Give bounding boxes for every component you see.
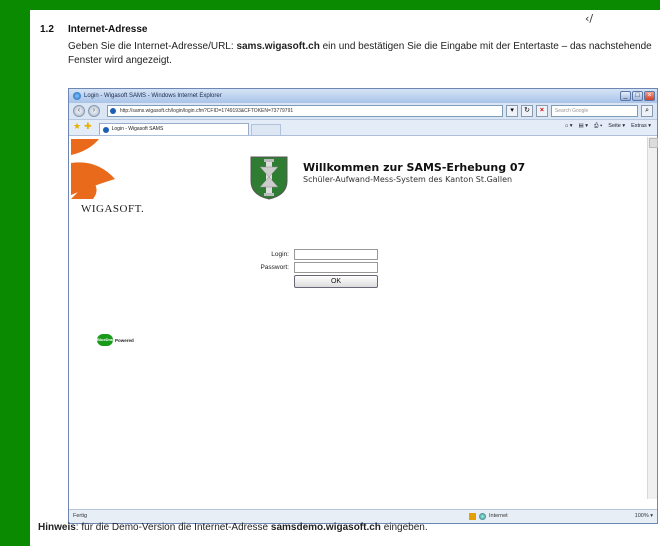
stop-icon[interactable]: ×	[535, 105, 548, 117]
hint-url: samsdemo.wigasoft.ch	[270, 522, 381, 533]
page-content: WIGASOFT. Willkommen zur SAMS-Erhebung 0…	[69, 137, 647, 499]
section-number: 1.2	[40, 24, 54, 35]
maximize-button[interactable]: □	[632, 91, 643, 101]
add-favorite-icon[interactable]: ✚	[84, 121, 92, 132]
print-icon[interactable]: ⎙ ▾	[594, 123, 602, 130]
canton-crest-icon	[250, 156, 288, 200]
tab-bar: ★ ✚ Login - Wigasoft SAMS ⌂ ▾ ▤ ▾ ⎙ ▾ Se…	[69, 120, 657, 136]
refresh-icon[interactable]: ↻	[521, 105, 533, 117]
window-title: Login - Wigasoft SAMS - Windows Internet…	[84, 93, 222, 99]
search-icon[interactable]: ⌕	[641, 105, 654, 117]
tools-menu[interactable]: Extras ▾	[631, 123, 651, 130]
dropdown-icon[interactable]: ▾	[506, 105, 519, 117]
security-zone: Internet	[469, 510, 508, 523]
vertical-scrollbar[interactable]	[647, 137, 658, 499]
browser-window: Login - Wigasoft SAMS - Windows Internet…	[68, 88, 658, 524]
search-input[interactable]: Search Google	[550, 105, 639, 117]
hint-label: Hinweis	[38, 522, 76, 533]
ok-button[interactable]: OK	[294, 275, 378, 288]
minimize-button[interactable]: _	[620, 91, 631, 101]
tab-login[interactable]: Login - Wigasoft SAMS	[98, 123, 249, 135]
intro-url: sams.wigasoft.ch	[236, 41, 320, 52]
welcome-subtitle: Schüler-Aufwand-Mess-System des Kanton S…	[303, 175, 513, 184]
forward-icon[interactable]: ›	[87, 105, 100, 117]
status-bar: Fertig Internet 100% ▾	[69, 509, 657, 523]
powered-text: Powered	[115, 337, 134, 343]
intro-paragraph: Geben Sie die Internet-Adresse/URL: sams…	[68, 41, 652, 66]
command-bar: ⌂ ▾ ▤ ▾ ⎙ ▾ Seite ▾ Extras ▾	[565, 123, 651, 130]
password-input[interactable]	[294, 262, 378, 273]
feeds-icon[interactable]: ▤ ▾	[579, 123, 589, 130]
powered-by-badge: BlueDragon Powered	[97, 334, 134, 346]
hint-paragraph: Hinweis: für die Demo-Version die Intern…	[38, 522, 428, 533]
wigasoft-logo-icon	[71, 139, 115, 199]
lock-icon	[469, 513, 476, 520]
favorites-star-icon[interactable]: ★	[73, 121, 81, 132]
new-tab[interactable]	[250, 124, 281, 135]
wigasoft-wordmark: WIGASOFT.	[81, 203, 145, 215]
ie-icon	[73, 92, 81, 100]
url-field[interactable]: http://sams.wigasoft.ch/login/login.cfm?…	[106, 105, 504, 117]
section-title: Internet-Adresse	[68, 24, 148, 35]
back-icon[interactable]: ‹	[73, 105, 85, 117]
login-input[interactable]	[294, 249, 378, 260]
login-label: Login:	[271, 251, 289, 258]
welcome-title: Willkommen zur SAMS-Erhebung 07	[303, 161, 526, 174]
browser-titlebar: Login - Wigasoft SAMS - Windows Internet…	[69, 89, 657, 103]
address-bar: ‹ › http://sams.wigasoft.ch/login/login.…	[69, 103, 657, 120]
password-label: Passwort:	[260, 264, 289, 271]
zone-label: Internet	[489, 513, 508, 519]
zoom-level[interactable]: 100% ▾	[635, 510, 653, 523]
globe-icon	[479, 513, 486, 520]
bluedragon-icon: BlueDragon	[97, 334, 120, 346]
page-menu[interactable]: Seite ▾	[608, 123, 625, 130]
close-button[interactable]: ×	[644, 91, 655, 101]
home-icon[interactable]: ⌂ ▾	[565, 123, 573, 130]
document-page: ‹/ 1.2 Internet-Adresse Geben Sie die In…	[30, 10, 660, 546]
corner-mark: ‹/	[585, 12, 594, 25]
